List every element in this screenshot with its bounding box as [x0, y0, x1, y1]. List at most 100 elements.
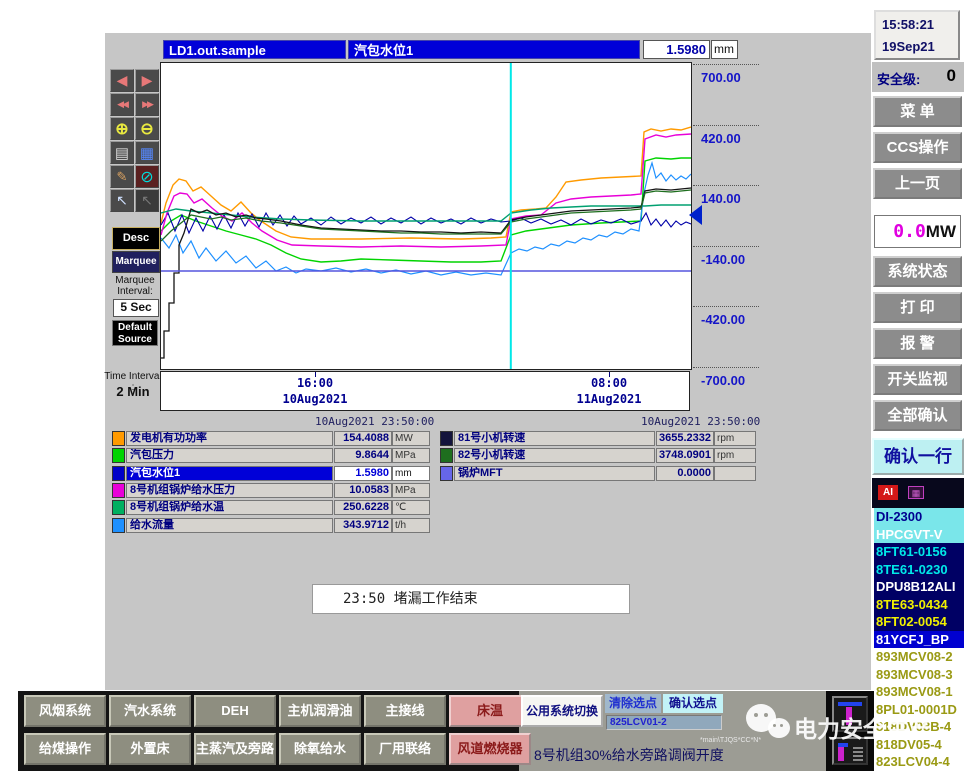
- table-row[interactable]: 锅炉MFT 0.0000: [0, 465, 964, 481]
- sidebar-button[interactable]: 打 印: [873, 292, 962, 323]
- parameter-value: 343.9712: [334, 517, 392, 533]
- bottom-nav-button[interactable]: 主蒸汽及旁路: [194, 733, 276, 765]
- bottom-nav-button[interactable]: 风道燃烧器: [449, 733, 531, 765]
- sidebar-button[interactable]: CCS操作: [873, 132, 962, 163]
- window-icon[interactable]: ▤: [110, 141, 134, 164]
- selected-point-tag[interactable]: 825LCV01-2: [606, 715, 722, 730]
- sidebar-button[interactable]: 系统状态: [873, 256, 962, 287]
- parameter-name[interactable]: 给水流量: [126, 517, 333, 533]
- y-gridline: [693, 366, 759, 368]
- parameter-name[interactable]: 82号小机转速: [454, 448, 655, 464]
- alarm-tag-item[interactable]: 893MCV08-2: [874, 648, 964, 666]
- x-tick-date: 10Aug2021: [282, 392, 348, 406]
- y-axis-label: -420.00: [701, 312, 746, 327]
- alarm-tag-item[interactable]: DI-2300: [874, 508, 964, 526]
- table-row[interactable]: 8号机组锅炉给水温 250.6228 ℃: [0, 500, 964, 516]
- table-row[interactable]: 给水流量 343.9712 t/h: [0, 517, 964, 533]
- table-icon[interactable]: ▦: [135, 141, 159, 164]
- sidebar-button[interactable]: 菜 单: [873, 96, 962, 127]
- bottom-nav-button[interactable]: 主机润滑油: [279, 695, 361, 727]
- parameter-value: 0.0000: [656, 465, 714, 481]
- ack-one-line-button[interactable]: 确认一行: [872, 438, 964, 475]
- current-value-marker-icon[interactable]: [689, 205, 702, 225]
- bottom-nav-button[interactable]: 给煤操作: [24, 733, 106, 765]
- alarm-tag-item[interactable]: 8FT61-0156: [874, 543, 964, 561]
- ai-alarm-badge[interactable]: AI: [878, 485, 898, 500]
- sidebar-buttons-mid: 系统状态打 印报 警开关监视全部确认: [873, 256, 962, 436]
- no-entry-icon[interactable]: ⊘: [135, 165, 159, 188]
- marquee-button[interactable]: Marquee: [112, 251, 160, 273]
- alarm-tag-item[interactable]: 8PL01-0001D: [874, 700, 964, 718]
- cursor-timestamp: 10Aug2021 23:50:00: [641, 415, 761, 428]
- cursor-icon[interactable]: ↖: [110, 189, 134, 212]
- list-tool-icon[interactable]: [832, 737, 868, 765]
- default-source-button[interactable]: Default Source: [112, 320, 158, 346]
- table-row[interactable]: 82号小机转速 3748.0901 rpm: [0, 448, 964, 464]
- common-system-switch-button[interactable]: 公用系统切换: [521, 695, 603, 727]
- bottom-nav-button[interactable]: 除氧给水: [279, 733, 361, 765]
- sidebar-button[interactable]: 上一页: [873, 168, 962, 199]
- marquee-interval-value[interactable]: 5 Sec: [113, 299, 159, 317]
- cursor-alt-icon[interactable]: ↖: [135, 189, 159, 212]
- parameter-value: 3655.2332: [656, 431, 714, 446]
- bottom-nav-button[interactable]: 床温: [449, 695, 531, 727]
- x-tick-time: 16:00: [296, 376, 334, 390]
- bottom-nav-button[interactable]: 外置床: [109, 733, 191, 765]
- time-interval-value[interactable]: 2 Min: [103, 384, 163, 399]
- parameter-name[interactable]: 锅炉MFT: [454, 465, 655, 481]
- alarm-tag-item[interactable]: 823LCV04-4: [874, 753, 964, 771]
- confirm-point-button[interactable]: 确认选点: [663, 694, 723, 713]
- zoom-in-icon[interactable]: ⊕: [110, 117, 134, 140]
- parameter-unit: [714, 465, 756, 481]
- dock-valve-icon: [838, 747, 844, 761]
- parameter-value: 3748.0901: [656, 448, 714, 464]
- trend-source-field[interactable]: LD1.out.sample: [163, 40, 346, 59]
- alarm-tag-item[interactable]: 818DV08B-4: [874, 718, 964, 736]
- bottom-nav-button[interactable]: 风烟系统: [24, 695, 106, 727]
- series-color-swatch: [112, 482, 125, 498]
- bottom-nav-button[interactable]: 汽水系统: [109, 695, 191, 727]
- alarm-tag-item[interactable]: HPCGVT-V: [874, 525, 964, 543]
- sidebar-button[interactable]: 报 警: [873, 328, 962, 359]
- trend-tool-icon[interactable]: [832, 696, 868, 732]
- parameter-name[interactable]: 81号小机转速: [454, 431, 655, 446]
- sidebar-button[interactable]: 全部确认: [873, 400, 962, 431]
- series-color-swatch: [440, 448, 453, 464]
- parameter-name[interactable]: 8号机组锅炉给水压力: [126, 482, 333, 498]
- step-forward-icon[interactable]: ▶: [135, 69, 159, 92]
- parameter-unit: t/h: [392, 517, 430, 533]
- trend-toolbar: ◀ ▶ ◀◀ ▶▶ ⊕ ⊖ ▤ ▦ ✎ ⊘ ↖ ↖: [110, 69, 160, 212]
- annotation-box[interactable]: 23:50 堵漏工作结束: [312, 584, 630, 614]
- selected-parameter-field[interactable]: 汽包水位1: [348, 40, 640, 59]
- pens-icon[interactable]: ✎: [110, 165, 134, 188]
- bottom-nav-button[interactable]: DEH: [194, 695, 276, 727]
- bottom-nav-button[interactable]: 厂用联络: [364, 733, 446, 765]
- fast-forward-icon[interactable]: ▶▶: [135, 93, 159, 116]
- y-gridline: [693, 185, 759, 186]
- alarm-tag-item[interactable]: 81YCFJ_BP: [874, 630, 964, 648]
- table-row[interactable]: 8号机组锅炉给水压力 10.0583 MPa: [0, 482, 964, 498]
- alarm-filter-icon[interactable]: ▦: [908, 486, 924, 499]
- parameter-unit: rpm: [714, 448, 756, 464]
- y-gridline: [693, 245, 759, 247]
- alarm-tag-item[interactable]: DPU8B12ALI: [874, 578, 964, 596]
- zoom-out-icon[interactable]: ⊖: [135, 117, 159, 140]
- bottom-nav-button[interactable]: 主接线: [364, 695, 446, 727]
- alarm-tag-item[interactable]: 818DV05-4: [874, 735, 964, 753]
- value-axis: 700.00 420.00 140.00 -140.00 -420.00 -700.00: [693, 62, 763, 388]
- alarm-tag-item[interactable]: 893MCV08-3: [874, 665, 964, 683]
- step-back-icon[interactable]: ◀: [110, 69, 134, 92]
- fast-back-icon[interactable]: ◀◀: [110, 93, 134, 116]
- sidebar-button[interactable]: 开关监视: [873, 364, 962, 395]
- table-row[interactable]: 81号小机转速 3655.2332 rpm: [0, 431, 964, 446]
- alarm-tag-item[interactable]: 8FT02-0054: [874, 613, 964, 631]
- parameter-unit: MPa: [392, 482, 430, 498]
- trend-plot[interactable]: [160, 62, 692, 370]
- clear-point-button[interactable]: 清除选点: [605, 694, 661, 713]
- parameter-name[interactable]: 8号机组锅炉给水温: [126, 500, 333, 516]
- desc-button[interactable]: Desc: [112, 227, 160, 250]
- alarm-tag-item[interactable]: 8TE61-0230: [874, 560, 964, 578]
- alarm-tag-item[interactable]: 893MCV08-1: [874, 683, 964, 701]
- alarm-tag-item[interactable]: 8TE63-0434: [874, 595, 964, 613]
- series-color-swatch: [440, 465, 453, 481]
